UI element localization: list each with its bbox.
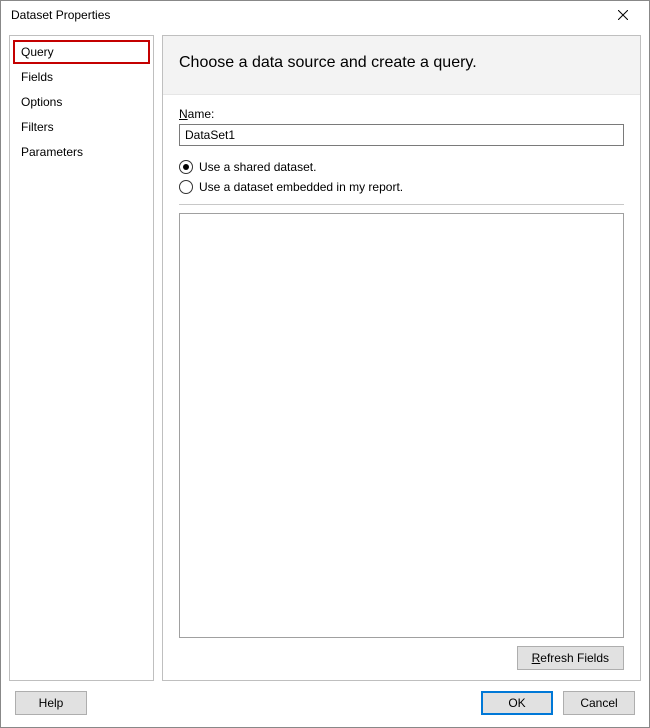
radio-icon — [179, 160, 193, 174]
divider — [179, 204, 624, 205]
radio-embedded-dataset[interactable]: Use a dataset embedded in my report. — [179, 180, 624, 194]
sidebar-item-label: Parameters — [21, 145, 83, 159]
main-content: Name: Use a shared dataset. Use a datase… — [163, 95, 640, 680]
radio-icon — [179, 180, 193, 194]
dialog-body: Query Fields Options Filters Parameters … — [1, 29, 649, 681]
radio-label: Use a shared dataset. — [199, 160, 316, 174]
sidebar-item-label: Filters — [21, 120, 54, 134]
main-panel: Choose a data source and create a query.… — [162, 35, 641, 681]
sidebar-item-parameters[interactable]: Parameters — [13, 140, 150, 164]
dialog-footer: Help OK Cancel — [1, 681, 649, 727]
page-heading: Choose a data source and create a query. — [163, 36, 640, 95]
dataset-mode-radio-group: Use a shared dataset. Use a dataset embe… — [179, 160, 624, 194]
sidebar-item-label: Options — [21, 95, 62, 109]
close-icon — [618, 10, 628, 20]
dataset-properties-dialog: Dataset Properties Query Fields Options … — [0, 0, 650, 728]
titlebar: Dataset Properties — [1, 1, 649, 29]
footer-right: OK Cancel — [481, 691, 635, 715]
sidebar-item-label: Query — [21, 45, 54, 59]
sidebar-item-label: Fields — [21, 70, 53, 84]
cancel-button[interactable]: Cancel — [563, 691, 635, 715]
radio-shared-dataset[interactable]: Use a shared dataset. — [179, 160, 624, 174]
sidebar: Query Fields Options Filters Parameters — [9, 35, 154, 681]
name-input[interactable] — [179, 124, 624, 146]
sidebar-item-options[interactable]: Options — [13, 90, 150, 114]
refresh-row: Refresh Fields — [179, 638, 624, 670]
help-button[interactable]: Help — [15, 691, 87, 715]
sidebar-item-filters[interactable]: Filters — [13, 115, 150, 139]
radio-label: Use a dataset embedded in my report. — [199, 180, 403, 194]
sidebar-item-query[interactable]: Query — [13, 40, 150, 64]
query-editor[interactable] — [179, 213, 624, 638]
refresh-fields-button[interactable]: Refresh Fields — [517, 646, 624, 670]
name-label: Name: — [179, 107, 624, 121]
close-button[interactable] — [605, 3, 641, 27]
dialog-title: Dataset Properties — [11, 8, 110, 22]
sidebar-item-fields[interactable]: Fields — [13, 65, 150, 89]
ok-button[interactable]: OK — [481, 691, 553, 715]
